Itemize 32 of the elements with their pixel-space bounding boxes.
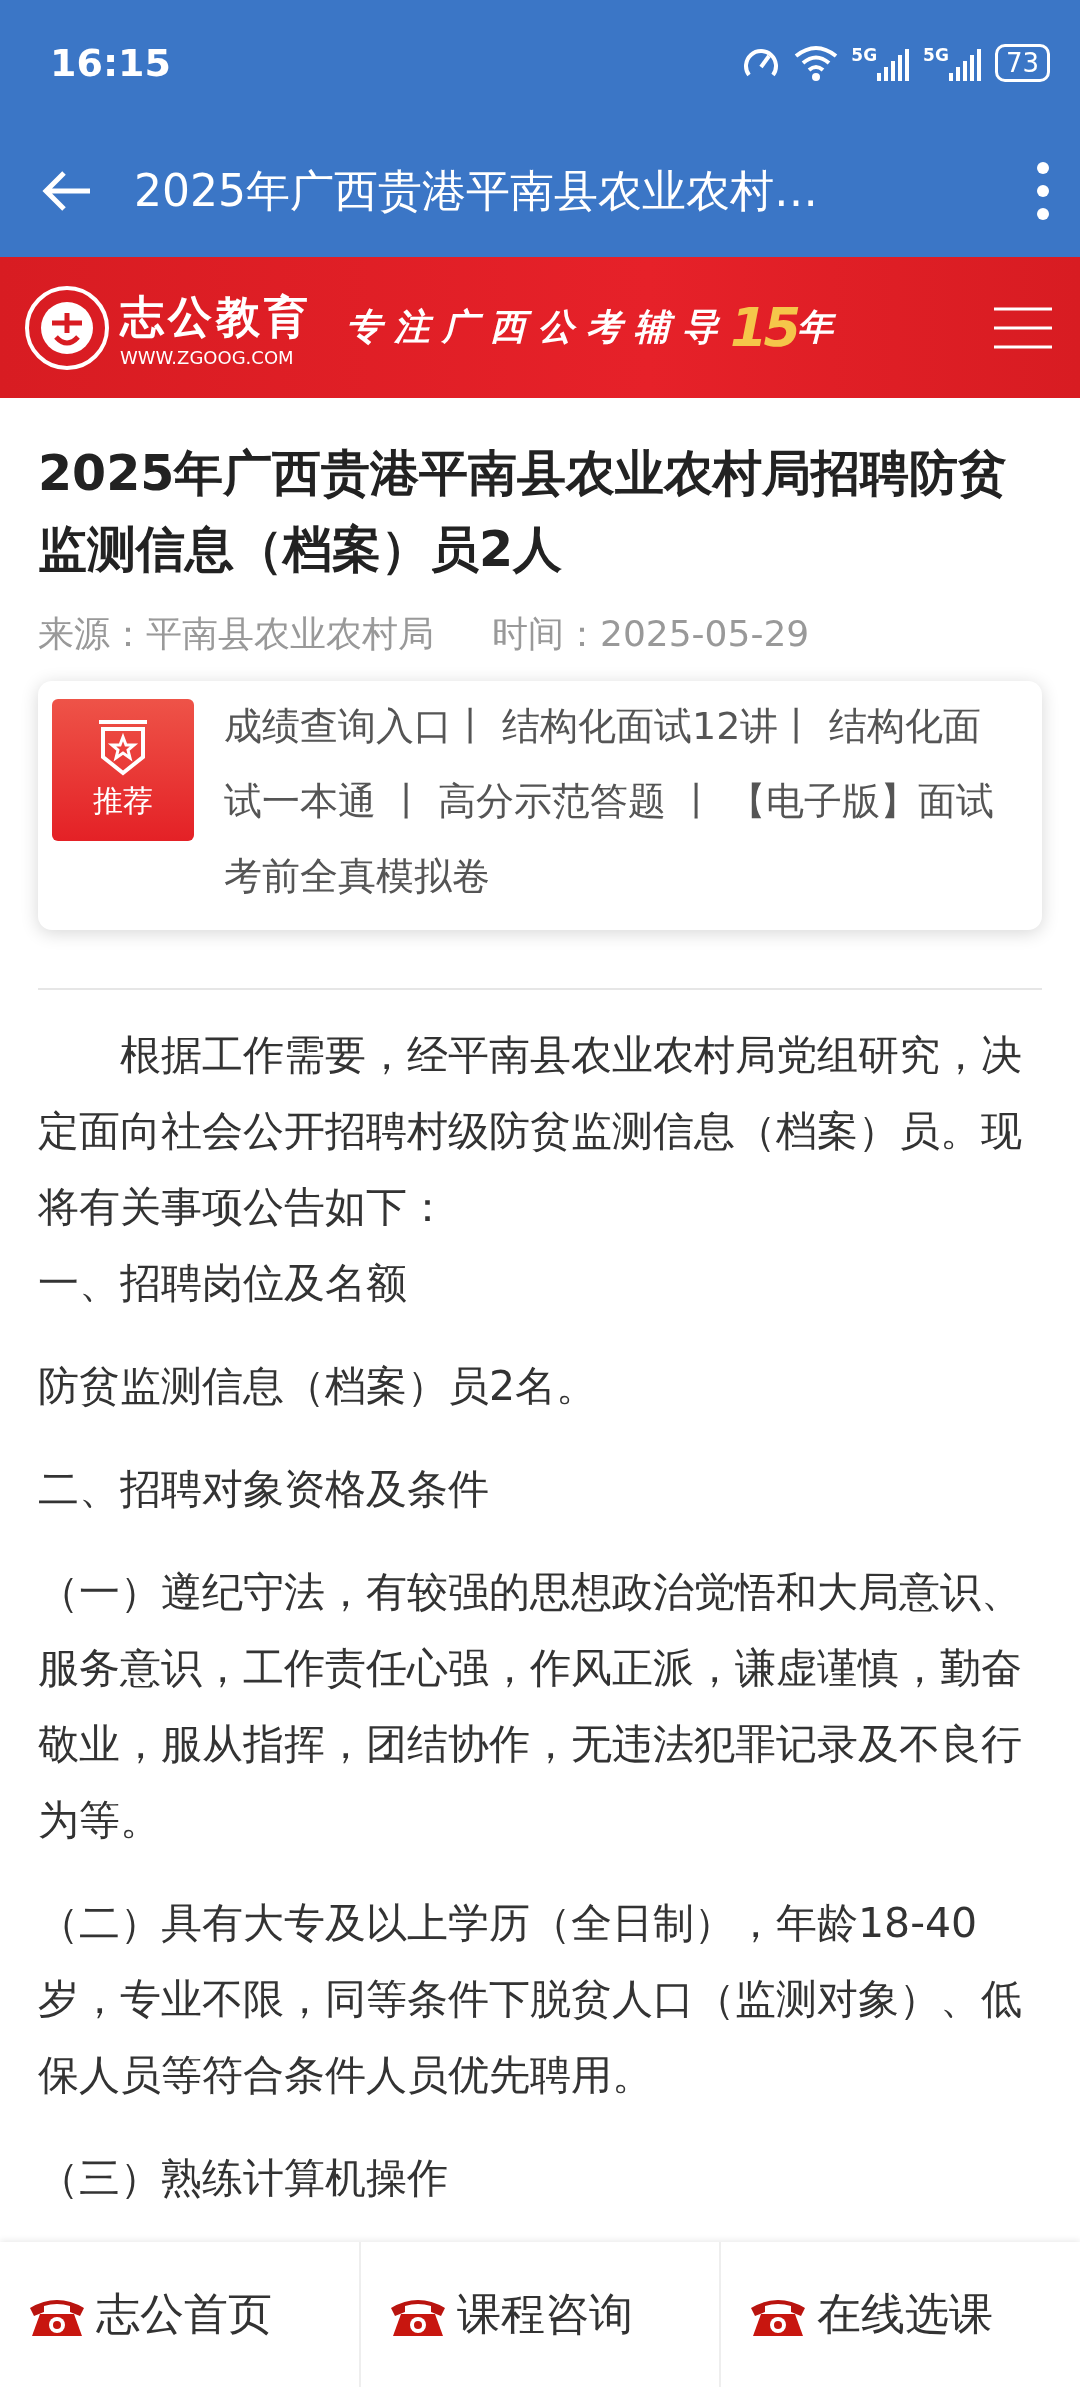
recommend-links[interactable]: 成绩查询入口丨 结构化面试12讲丨 结构化面试一本通 丨 高分示范答题 丨 【电子版】面试考前全真模拟卷 — [224, 689, 1012, 914]
article-paragraph: 防贫监测信息（档案）员2名。 — [38, 1361, 599, 1412]
page-title: 2025年广西贵港平南县农业农村… — [134, 163, 819, 218]
logo-icon — [24, 284, 110, 371]
brand-url: WWW.ZGOOG.COM — [120, 346, 295, 368]
article-paragraph: 二、招聘对象资格及条件 — [38, 1464, 490, 1515]
article-paragraph: （二）具有大专及以上学历（全日制），年龄18-40岁，专业不限，同等条件下脱贫人口（监测对象）、低保人员等符合条件人员优先聘用。 — [38, 1898, 1023, 2101]
article-paragraph: 根据工作需要，经平南县农业农村局党组研究，决定面向社会公开招聘村级防贫监测信息（档案）员。现将有关事项公告如下： — [38, 1030, 1023, 1233]
brand-name: 志公教育 — [120, 289, 312, 344]
article-paragraph: （一）遵纪守法，有较强的思想政治觉悟和大局意识、服务意识，工作责任心强，作风正派，谦虚谨慎，勤奋敬业，服从指挥，团结协作，无违法犯罪记录及不良行为等。 — [38, 1567, 1023, 1846]
article-date: 时间：2025-05-29 — [492, 612, 810, 656]
nav-item[interactable]: 志公首页 — [0, 2242, 359, 2387]
menu-icon[interactable] — [994, 305, 1052, 350]
article-title: 2025年广西贵港平南县农业农村局招聘防贫监测信息（档案）员2人 — [38, 444, 1009, 580]
badge-label: 推荐 — [93, 781, 153, 820]
slogan-number: 15 — [730, 296, 798, 359]
nav-label: 在线选课 — [817, 2287, 994, 2341]
clock: 16:15 — [50, 40, 171, 85]
network-label: 5G — [923, 44, 949, 65]
article-paragraph: （三）熟练计算机操作 — [38, 2153, 449, 2204]
network-label: 5G — [851, 44, 878, 65]
wifi-icon — [793, 43, 840, 82]
nav-item[interactable]: 在线选课 — [719, 2242, 1080, 2387]
article-source: 来源：平南县农业农村局 — [38, 612, 434, 656]
nav-item[interactable]: 课程咨询 — [358, 2242, 720, 2387]
slogan: 专注广西公考辅导 — [346, 304, 730, 349]
nav-label: 课程咨询 — [456, 2287, 633, 2341]
battery-level: 73 — [994, 43, 1050, 82]
slogan-suffix: 年 — [797, 304, 846, 349]
article-paragraph: 一、招聘岗位及名额 — [38, 1258, 408, 1309]
nav-label: 志公首页 — [96, 2287, 272, 2341]
more-icon[interactable] — [1036, 161, 1050, 221]
